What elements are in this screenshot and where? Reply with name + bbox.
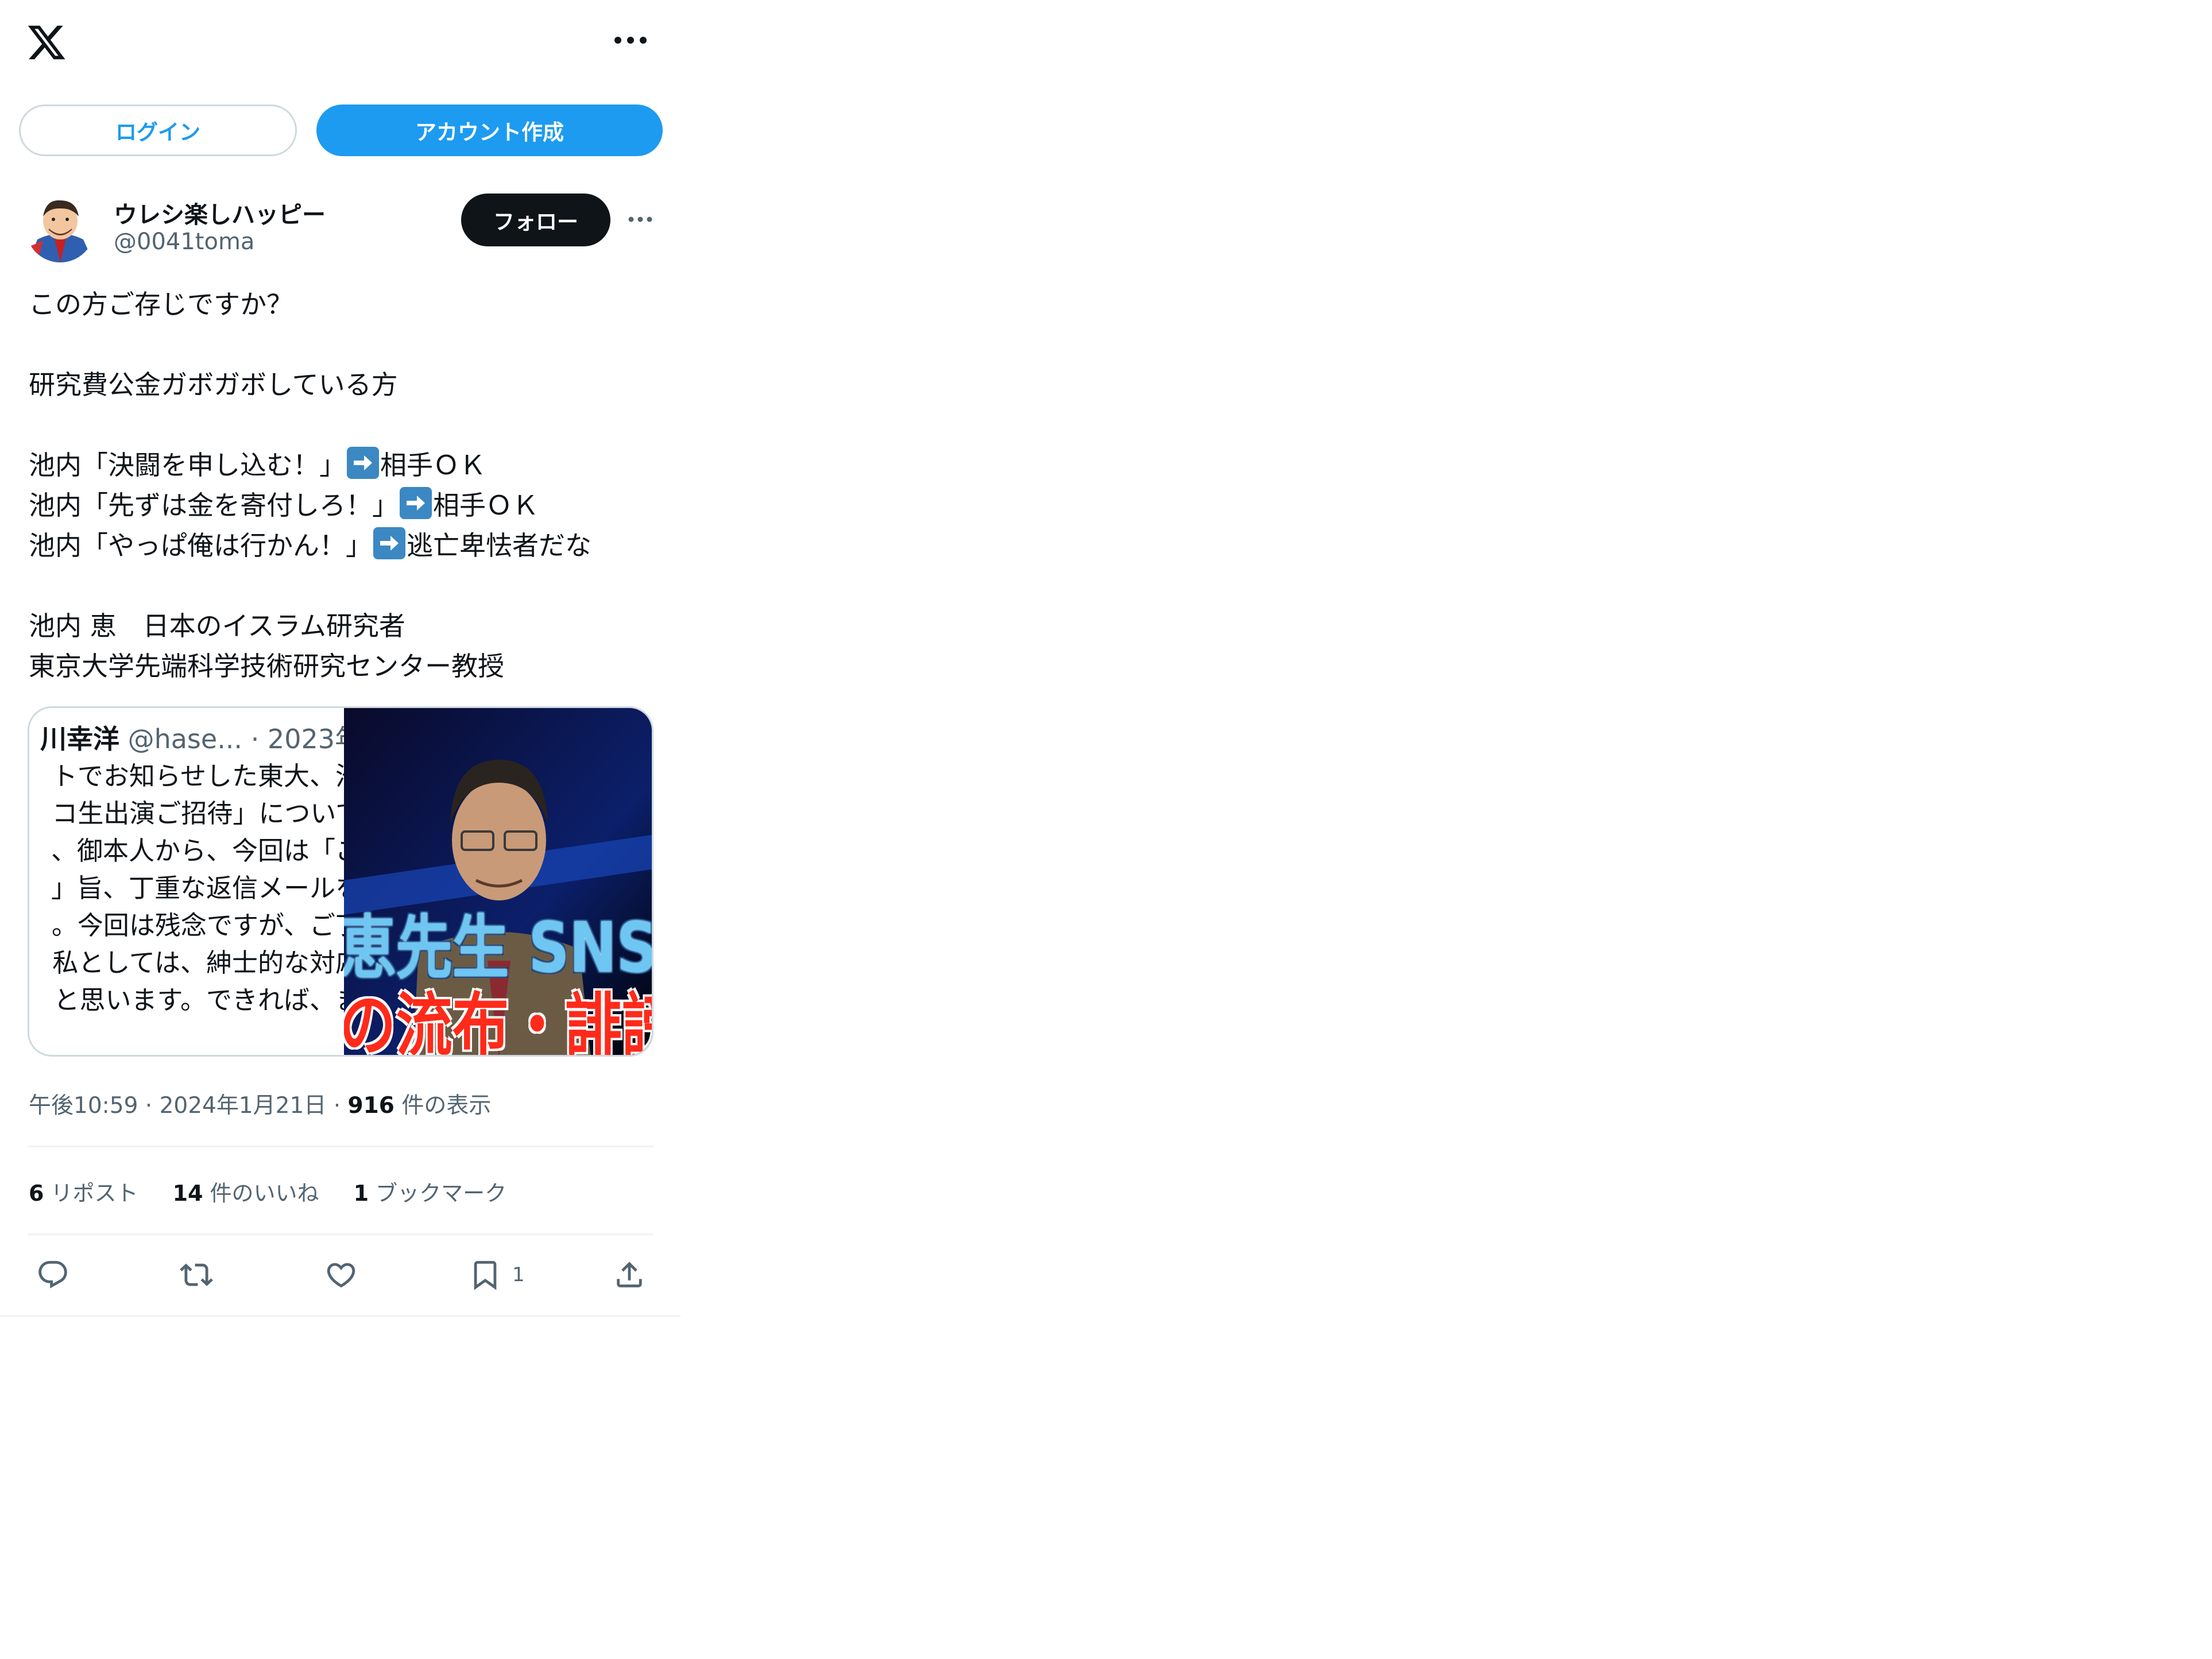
tweet-line: 池内 恵 日本のイスラム研究者 — [29, 610, 405, 641]
tweet-line: 池内「決闘を申し込む！」 相手ＯＫ — [29, 445, 660, 485]
engagement-stats: 6 リポスト 14 件のいいね 1 ブックマーク — [29, 1175, 506, 1207]
tweet-meta: 午後10:59 · 2024年1月21日 · 916 件の表示 — [29, 1093, 492, 1119]
tweet-line-suffix: 相手ＯＫ — [433, 490, 539, 521]
arrow-right-emoji-icon — [400, 487, 432, 519]
reposts-label: リポスト — [51, 1181, 138, 1206]
tweet-line-text: 池内「先ずは金を寄付しろ！」 — [29, 490, 399, 521]
quoted-line: 、御本人から、今回は「ご — [51, 836, 344, 866]
likes-label: 件のいいね — [210, 1181, 319, 1206]
repost-button[interactable] — [180, 1258, 213, 1292]
bookmark-count: 1 — [512, 1263, 525, 1286]
more-icon[interactable] — [628, 214, 653, 225]
tweet-line — [29, 566, 660, 606]
like-button[interactable] — [324, 1258, 358, 1292]
tweet-line — [29, 405, 660, 445]
share-icon — [617, 1262, 642, 1287]
quoted-author-handle: @hase... — [127, 724, 243, 755]
bookmarks-count: 1 — [353, 1181, 369, 1206]
tweet-line: 池内「やっぱ俺は行かん！」 逃亡卑怯者だな — [29, 525, 660, 566]
quoted-tweet-card[interactable]: 川幸洋 @hase... · 2023年 トでお知らせした東大、池 コ生出演ご招… — [28, 706, 653, 1057]
tweet-date[interactable]: 2024年1月21日 — [160, 1093, 327, 1119]
tweet-line — [29, 324, 660, 365]
reposts-count: 6 — [29, 1181, 44, 1206]
like-icon — [327, 1263, 355, 1288]
quoted-line: トでお知らせした東大、池 — [51, 761, 344, 791]
views-label: 件の表示 — [401, 1093, 492, 1119]
quoted-line: と思います。できれば、ま — [53, 985, 344, 1015]
bookmarks-stat[interactable]: 1 ブックマーク — [354, 1175, 507, 1207]
bookmark-icon — [474, 1260, 497, 1290]
avatar[interactable] — [26, 194, 95, 262]
divider — [28, 1233, 653, 1235]
share-button[interactable] — [613, 1258, 646, 1292]
x-logo-icon[interactable] — [26, 22, 67, 63]
quoted-tweet-text-area: 川幸洋 @hase... · 2023年 トでお知らせした東大、池 コ生出演ご招… — [29, 708, 344, 1055]
tweet-page: ログイン アカウント作成 ウレシ楽しハッピー @0041toma フォロー この… — [0, 0, 680, 1317]
tweet-line-text: 池内「やっぱ俺は行かん！」 — [29, 530, 372, 561]
arrow-right-emoji-icon — [373, 527, 405, 559]
tweet-text: この方ご存じですか？ 研究費公金ガボガボしている方 池内「決闘を申し込む！」相手… — [29, 284, 660, 686]
login-button[interactable]: ログイン — [19, 105, 297, 156]
views-count: 916 — [347, 1093, 395, 1119]
quoted-tweet-header: 川幸洋 @hase... · 2023年 — [29, 721, 344, 757]
quoted-date: · 2023年 — [250, 724, 344, 755]
quoted-tweet-image[interactable]: 恵先生 SNSで の流布・誹謗 — [344, 708, 653, 1057]
tweet-line-suffix: 逃亡卑怯者だな — [407, 530, 591, 561]
tweet-time[interactable]: 午後10:59 — [29, 1093, 138, 1119]
quoted-line: 私としては、紳士的な対応 — [52, 948, 344, 978]
divider — [28, 1146, 653, 1147]
quoted-line: 。今回は残念ですが、ご丁 — [51, 910, 344, 941]
follow-button[interactable]: フォロー — [461, 194, 610, 246]
reply-button[interactable] — [36, 1258, 69, 1292]
arrow-right-emoji-icon — [347, 447, 379, 479]
more-icon[interactable] — [612, 32, 649, 48]
image-caption-bottom: の流布・誹謗 — [344, 986, 653, 1057]
quoted-author-name: 川幸洋 — [40, 724, 119, 755]
bookmarks-label: ブックマーク — [376, 1181, 507, 1206]
tweet-line-suffix: 相手ＯＫ — [380, 450, 486, 481]
tweet-line-text: 池内「決闘を申し込む！」 — [29, 450, 346, 481]
tweet-line: 池内「先ずは金を寄付しろ！」 相手ＯＫ — [29, 485, 660, 525]
likes-count: 14 — [172, 1181, 203, 1206]
author-handle[interactable]: @0041toma — [114, 229, 254, 255]
signup-button[interactable]: アカウント作成 — [316, 105, 663, 156]
tweet-line: 研究費公金ガボガボしている方 — [29, 369, 398, 400]
tweet-line: 東京大学先端科学技術研究センター教授 — [29, 651, 504, 682]
bookmark-button[interactable]: 1 — [469, 1258, 525, 1292]
quoted-line: コ生出演ご招待」について — [52, 798, 344, 829]
tweet-line: この方ご存じですか？ — [29, 289, 293, 320]
reposts-stat[interactable]: 6 リポスト — [29, 1175, 138, 1207]
reply-icon — [38, 1260, 67, 1289]
quoted-line: 」旨、丁重な返信メールを — [51, 873, 344, 903]
likes-stat[interactable]: 14 件のいいね — [173, 1175, 319, 1207]
author-display-name[interactable]: ウレシ楽しハッピー — [114, 195, 326, 230]
repost-icon — [180, 1263, 213, 1286]
